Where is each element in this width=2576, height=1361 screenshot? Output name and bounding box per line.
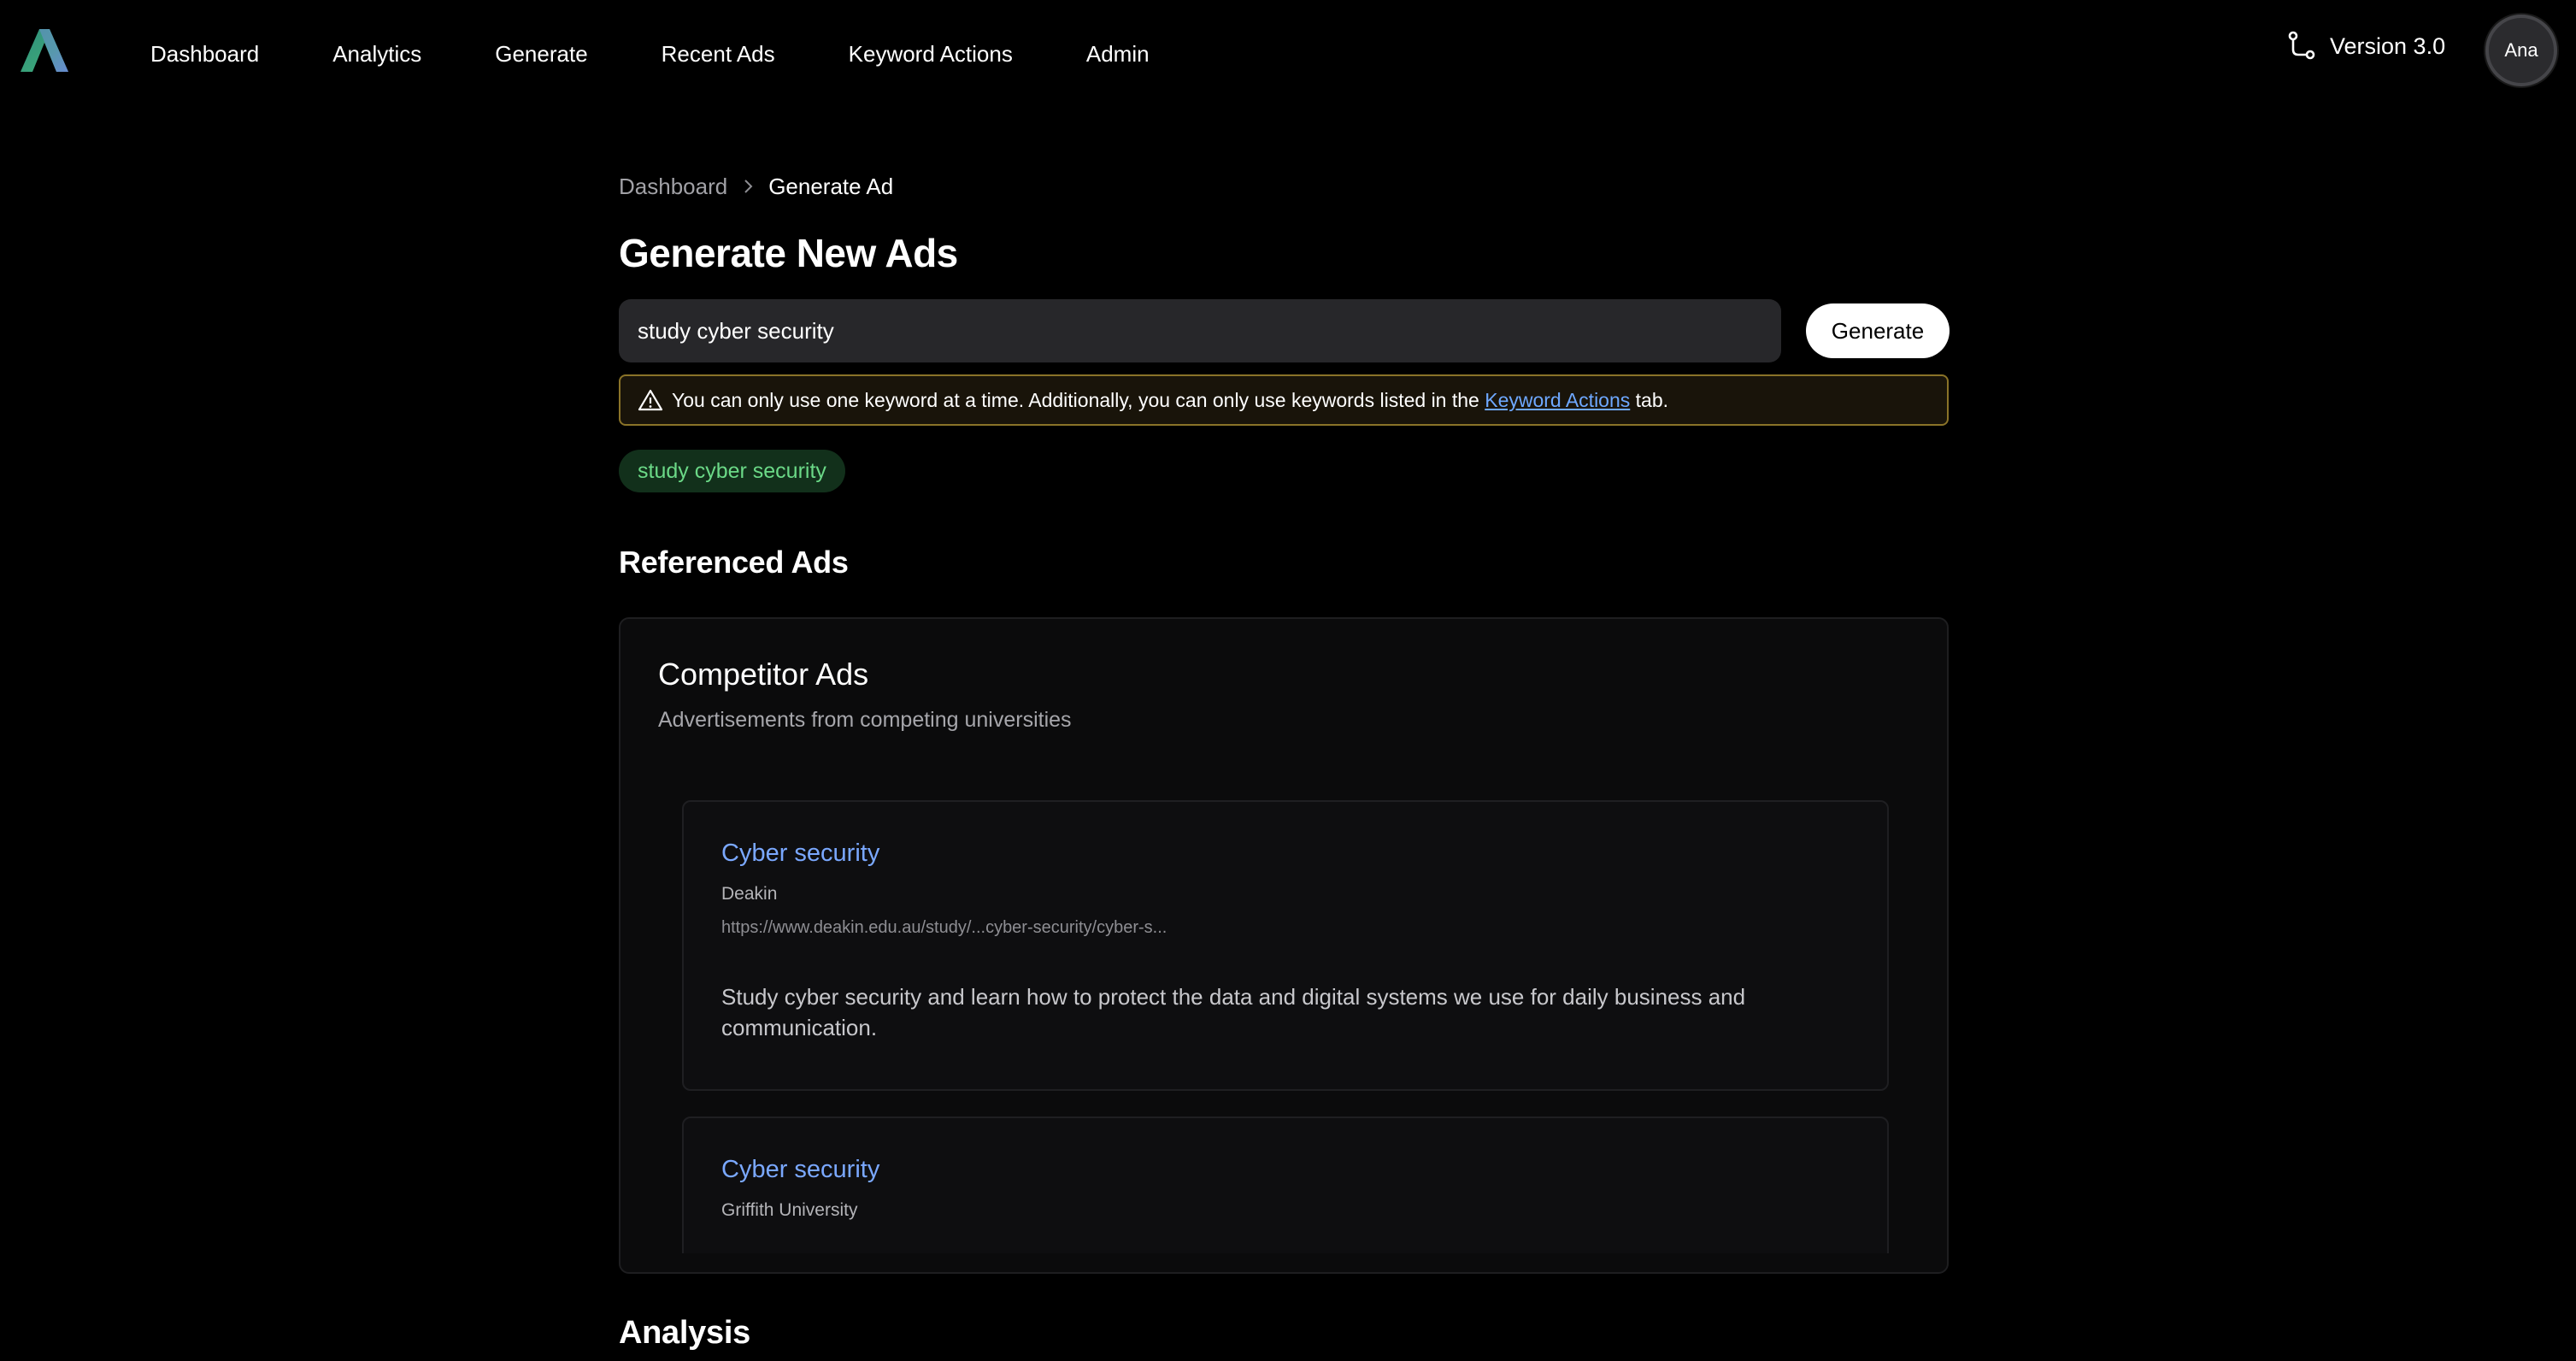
referenced-ads-title: Referenced Ads	[619, 545, 849, 580]
analysis-title: Analysis	[619, 1315, 750, 1351]
ad-card: Cyber security Deakin https://www.deakin…	[682, 800, 1889, 1091]
main-content: Dashboard Generate Ad Generate New Ads G…	[619, 162, 1950, 1351]
nav-keyword-actions[interactable]: Keyword Actions	[849, 38, 1013, 70]
competitor-ads-list[interactable]: Cyber security Deakin https://www.deakin…	[682, 800, 1889, 1253]
keyword-actions-link[interactable]: Keyword Actions	[1485, 389, 1630, 411]
nav-generate[interactable]: Generate	[495, 38, 587, 70]
top-nav: Dashboard Analytics Generate Recent Ads …	[0, 0, 2576, 109]
app-logo-icon[interactable]	[17, 26, 72, 74]
ad-description: Study cyber security and learn how to pr…	[721, 984, 1746, 1040]
breadcrumb-current: Generate Ad	[768, 173, 894, 199]
version-label: Version 3.0	[2330, 32, 2446, 59]
chevron-right-icon	[744, 180, 753, 193]
keyword-warning-alert: You can only use one keyword at a time. …	[619, 374, 1949, 426]
nav-links: Dashboard Analytics Generate Recent Ads …	[150, 38, 1223, 70]
breadcrumb: Dashboard Generate Ad	[619, 162, 1949, 210]
page-title: Generate New Ads	[619, 231, 958, 275]
nav-dashboard[interactable]: Dashboard	[150, 38, 259, 70]
ad-brand: Griffith University	[721, 1200, 858, 1220]
alert-text-after: tab.	[1635, 388, 1669, 411]
competitor-ads-subtitle: Advertisements from competing universiti…	[658, 708, 1072, 732]
version-indicator[interactable]: Version 3.0	[2287, 31, 2445, 62]
ad-title[interactable]: Cyber security	[721, 1156, 879, 1184]
alert-text: You can only use one keyword at a time. …	[672, 389, 1668, 412]
warning-triangle-icon	[638, 389, 663, 411]
ad-card: Cyber security Griffith University	[682, 1116, 1889, 1253]
alert-text-before: You can only use one keyword at a time. …	[672, 388, 1479, 411]
ad-url: https://www.deakin.edu.au/study/...cyber…	[721, 918, 1167, 937]
nav-recent-ads[interactable]: Recent Ads	[662, 38, 775, 70]
nav-admin[interactable]: Admin	[1086, 38, 1150, 70]
breadcrumb-dashboard[interactable]: Dashboard	[619, 174, 727, 200]
user-avatar[interactable]: Ana	[2485, 15, 2557, 86]
keyword-input[interactable]	[619, 299, 1781, 362]
ad-title[interactable]: Cyber security	[721, 840, 879, 868]
git-branch-icon	[2288, 31, 2315, 60]
keyword-search-row: Generate	[619, 299, 1950, 362]
competitor-ads-card: Competitor Ads Advertisements from compe…	[619, 617, 1949, 1274]
nav-analytics[interactable]: Analytics	[332, 38, 421, 70]
ad-brand: Deakin	[721, 884, 778, 904]
selected-keyword-chip[interactable]: study cyber security	[619, 450, 845, 492]
generate-button[interactable]: Generate	[1806, 303, 1950, 358]
competitor-ads-title: Competitor Ads	[658, 657, 869, 692]
